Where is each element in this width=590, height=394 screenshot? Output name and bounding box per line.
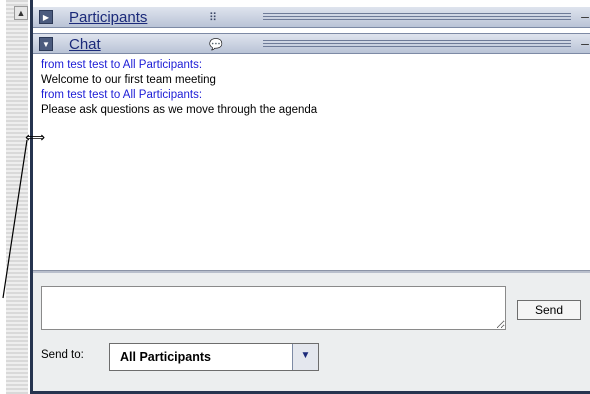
chat-pod-header[interactable]: ▼ Chat 💬 – — [33, 33, 590, 54]
minimize-icon[interactable]: – — [579, 34, 590, 55]
header-grip-lines — [263, 40, 571, 49]
send-button[interactable]: Send — [517, 300, 581, 320]
send-to-selected-value: All Participants — [120, 350, 211, 364]
chevron-down-icon[interactable]: ▼ — [292, 344, 318, 370]
header-grip-lines — [263, 13, 571, 22]
message-sender-line: from test test to All Participants: — [41, 89, 203, 101]
chat-pod-title[interactable]: Chat — [69, 36, 101, 53]
meeting-panel: ▶ Participants ⠿ – ▼ Chat 💬 – from test … — [25, 0, 590, 394]
expand-arrow-icon[interactable]: ▶ — [39, 10, 53, 24]
message-text: Welcome to our first team meeting — [41, 74, 216, 86]
collapse-arrow-icon[interactable]: ▼ — [39, 37, 53, 51]
chat-message-input[interactable] — [41, 286, 506, 330]
message-sender-line: from test test to All Participants: — [41, 59, 203, 71]
participants-pod-title[interactable]: Participants — [69, 9, 147, 26]
send-to-dropdown[interactable]: All Participants ▼ — [109, 343, 319, 371]
compose-area: Send Send to: All Participants ▼ — [33, 273, 590, 394]
message-text: Please ask questions as we move through … — [41, 104, 318, 116]
participants-pod-header[interactable]: ▶ Participants ⠿ – — [33, 7, 590, 28]
resize-cursor-icon: ⟺ — [25, 129, 46, 145]
participants-grid-icon: ⠿ — [209, 12, 218, 24]
speech-bubble-icon: 💬 — [209, 39, 223, 51]
send-to-label: Send to: — [41, 349, 84, 361]
minimize-icon[interactable]: – — [579, 7, 590, 28]
chat-log: from test test to All Participants: Welc… — [41, 58, 581, 268]
